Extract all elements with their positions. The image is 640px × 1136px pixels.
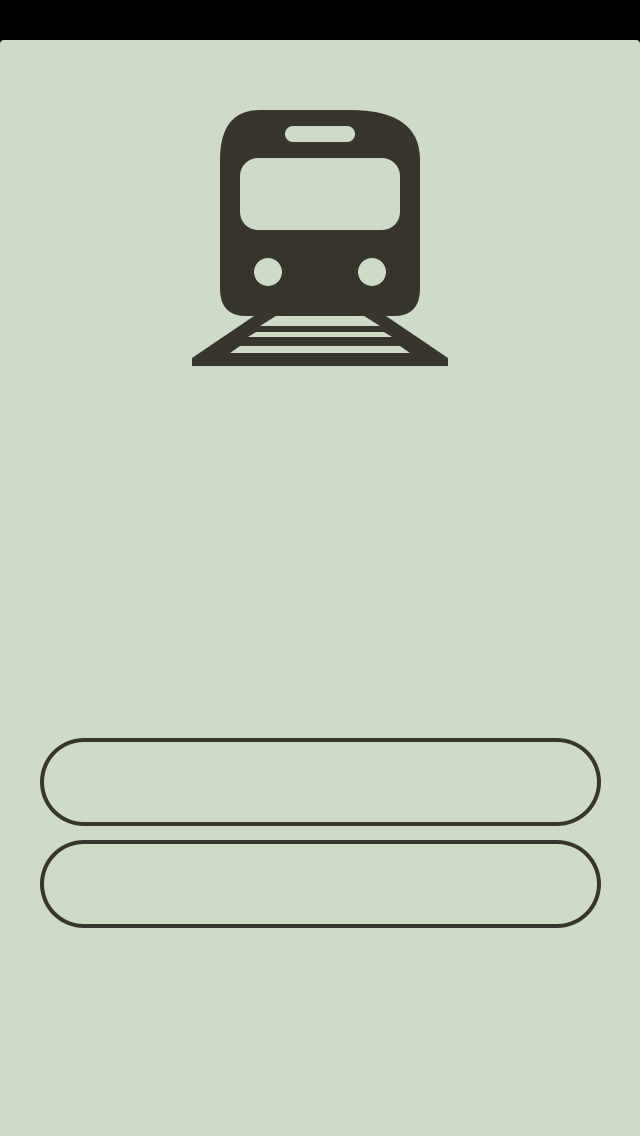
- train-icon: [190, 110, 450, 370]
- app-screen: [0, 40, 640, 1136]
- secondary-action-button[interactable]: [40, 840, 601, 928]
- status-bar: [0, 0, 640, 40]
- primary-action-button[interactable]: [40, 738, 601, 826]
